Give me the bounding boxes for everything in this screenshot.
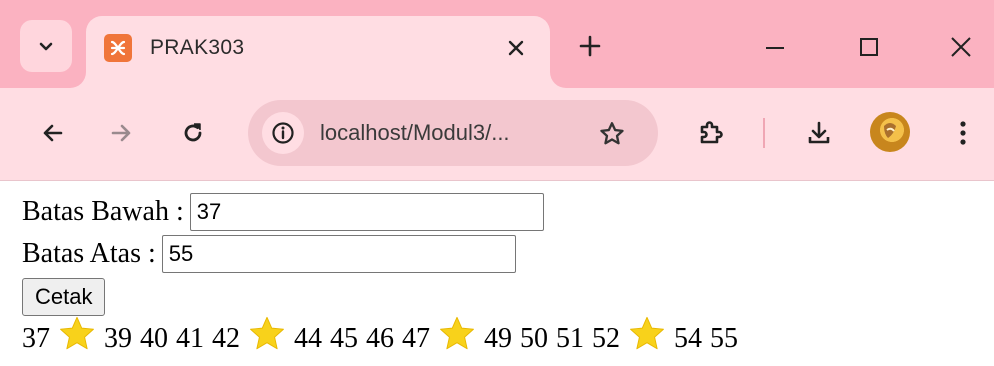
browser-toolbar: localhost/Modul3/... [0,88,994,181]
profile-avatar[interactable] [870,112,910,152]
page-content: Batas Bawah : Batas Atas : Cetak 37 39 40 4… [0,181,994,355]
output-number: 49 [484,323,512,354]
toolbar-divider [763,118,765,148]
number-output: 37 39 40 41 42 44 45 46 47 49 50 51 52 54 55 [22,316,994,355]
new-tab-button[interactable] [572,28,608,64]
profile-picture-icon [884,123,896,138]
output-number: 47 [402,323,430,354]
close-icon [508,40,524,56]
maximize-button[interactable] [846,24,892,70]
download-icon [808,121,830,144]
minimize-icon [766,47,784,49]
xampp-favicon-icon [104,34,132,62]
site-info-button[interactable] [262,112,304,154]
output-number: 44 [294,323,322,354]
active-tab[interactable]: PRAK303 [86,16,550,88]
downloads-button[interactable] [796,110,842,156]
tab-strip: PRAK303 [0,0,994,88]
chevron-down-icon [39,42,53,51]
tab-title: PRAK303 [150,36,245,59]
info-icon [272,122,294,144]
lower-bound-row: Batas Bawah : [22,191,994,233]
window-close-button[interactable] [938,24,984,70]
output-number: 46 [366,323,394,354]
tab-close-button[interactable] [500,32,532,64]
upper-bound-row: Batas Atas : [22,233,994,275]
extensions-button[interactable] [688,110,734,156]
output-number: 39 [104,323,132,354]
star-outline-icon [600,122,624,145]
lower-bound-label: Batas Bawah : [22,196,184,227]
upper-bound-input[interactable] [161,235,516,273]
output-number: 45 [330,323,358,354]
output-number: 51 [556,323,584,354]
reload-button[interactable] [170,110,216,156]
output-number: 54 [674,323,702,354]
arrow-left-icon [43,124,63,142]
output-number: 41 [176,323,204,354]
url-text: localhost/Modul3/... [320,120,510,145]
upper-bound-label: Batas Atas : [22,238,156,269]
output-number: 55 [710,323,738,354]
output-number: 37 [22,323,50,354]
output-number: 42 [212,323,240,354]
star-icon [60,316,94,350]
tab-search-button[interactable] [20,20,72,72]
output-number: 40 [140,323,168,354]
forward-button[interactable] [98,110,144,156]
star-icon [440,316,474,350]
bookmark-button[interactable] [592,114,632,154]
maximize-icon [860,38,878,56]
back-button[interactable] [30,110,76,156]
output-number: 52 [592,323,620,354]
lower-bound-input[interactable] [189,193,544,231]
print-button[interactable]: Cetak [22,278,106,316]
plus-icon [579,35,601,57]
puzzle-icon [700,121,723,144]
star-icon [250,316,284,350]
star-icon [630,316,664,350]
more-vertical-icon [960,121,966,145]
minimize-button[interactable] [752,24,798,70]
reload-icon [184,123,202,142]
address-bar[interactable]: localhost/Modul3/... [248,100,658,166]
submit-row: Cetak [22,275,994,317]
output-number: 50 [520,323,548,354]
menu-button[interactable] [940,110,986,156]
close-icon [951,37,971,57]
arrow-right-icon [111,124,131,142]
